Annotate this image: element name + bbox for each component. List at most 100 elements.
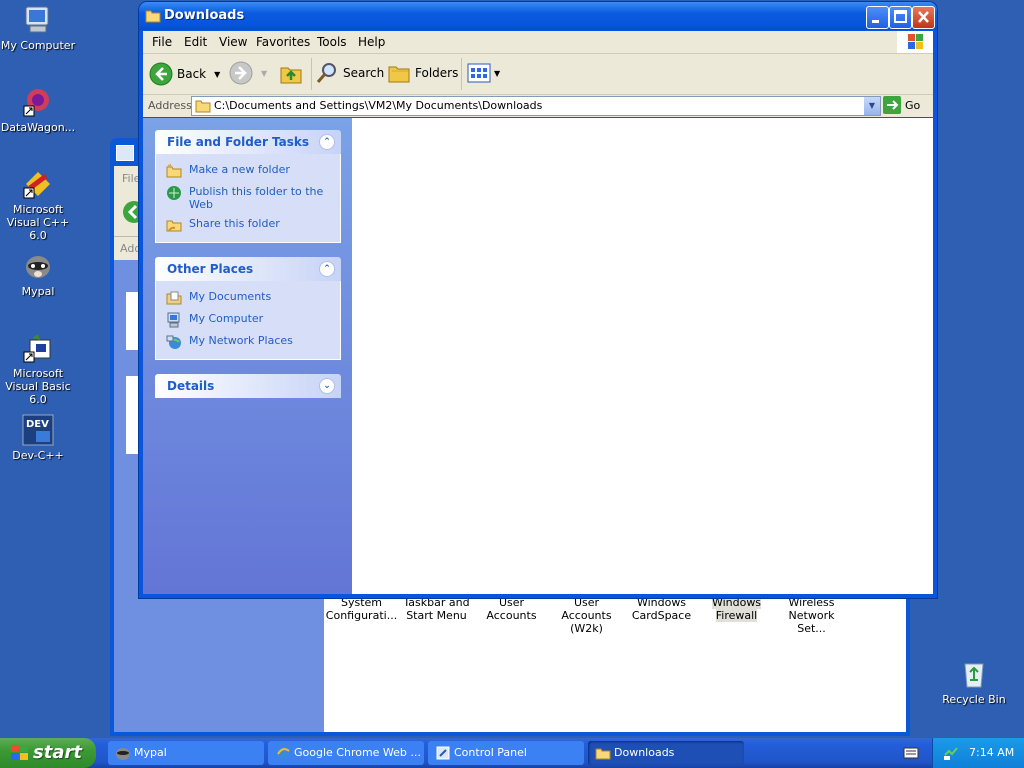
- control-panel-title-icon: [116, 145, 134, 161]
- taskbar-item-mypal[interactable]: Mypal: [108, 741, 264, 765]
- desktop-icon-label: Microsoft Visual C++ 6.0: [6, 203, 70, 242]
- folder-up-icon[interactable]: [279, 62, 303, 86]
- details-panel: Details ⌄: [155, 374, 341, 398]
- start-button[interactable]: start: [0, 738, 96, 768]
- task-publish-folder[interactable]: Publish this folder to the Web: [156, 182, 340, 214]
- go-label: Go: [905, 98, 921, 112]
- control-panel-menu-file[interactable]: File: [122, 172, 140, 185]
- task-share-folder[interactable]: Share this folder: [156, 214, 340, 236]
- menu-tools[interactable]: Tools: [317, 35, 347, 49]
- other-places-header[interactable]: Other Places ⌃: [155, 257, 341, 281]
- search-button[interactable]: Search: [315, 61, 384, 85]
- menu-favorites[interactable]: Favorites: [256, 35, 310, 49]
- folders-button[interactable]: Folders: [387, 61, 458, 85]
- forward-button[interactable]: ▼: [229, 61, 267, 85]
- recycle-bin-icon: [964, 663, 984, 688]
- folder-icon: [195, 100, 211, 113]
- desktop-icon-label: Dev-C++: [12, 449, 64, 462]
- new-folder-icon: [166, 163, 182, 178]
- my-computer-icon: [25, 6, 49, 33]
- desktop-icon-my-computer[interactable]: My Computer: [0, 4, 76, 52]
- maximize-button[interactable]: [889, 6, 912, 29]
- desktop-icon-datawagon[interactable]: DataWagon...: [0, 86, 76, 134]
- control-panel-items: System Configurati... Taskbar and Start Me…: [324, 596, 849, 635]
- desktop-icon-mypal[interactable]: Mypal: [0, 250, 76, 298]
- address-bar: Address C:\Documents and Settings\VM2\My…: [143, 95, 933, 117]
- menu-help[interactable]: Help: [358, 35, 385, 49]
- panel-title: File and Folder Tasks: [167, 135, 310, 149]
- menu-edit[interactable]: Edit: [184, 35, 207, 49]
- expand-chevron-icon[interactable]: ⌄: [319, 378, 335, 394]
- taskbar-item-downloads[interactable]: Downloads: [588, 741, 744, 765]
- mypal-icon: [116, 748, 130, 760]
- share-folder-icon: [166, 220, 182, 232]
- network-tray-icon[interactable]: [943, 745, 959, 761]
- downloads-window[interactable]: Downloads File Edit View Favorites Tools…: [139, 2, 937, 598]
- toolbar-separator: [461, 58, 462, 90]
- address-field[interactable]: C:\Documents and Settings\VM2\My Documen…: [191, 96, 881, 116]
- place-my-documents[interactable]: My Documents: [156, 287, 340, 309]
- my-computer-icon: [167, 312, 180, 328]
- views-icon: [467, 63, 491, 83]
- taskbar-item-chrome[interactable]: Google Chrome Web ...: [268, 741, 424, 765]
- close-icon: [918, 11, 929, 23]
- desktop-icon-label: Microsoft Visual Basic 6.0: [5, 367, 71, 406]
- control-panel-icon: [436, 746, 450, 760]
- folders-label: Folders: [415, 66, 459, 80]
- close-button[interactable]: [912, 6, 935, 29]
- cp-item-windows-firewall[interactable]: Windows Firewall: [699, 596, 774, 635]
- menu-file[interactable]: File: [152, 35, 172, 49]
- forward-dropdown-icon[interactable]: ▼: [261, 69, 267, 78]
- back-dropdown-icon[interactable]: ▼: [214, 70, 220, 79]
- address-dropdown-button[interactable]: ▼: [864, 97, 880, 115]
- cp-item-user-accounts-w2k[interactable]: User Accounts (W2k): [549, 596, 624, 635]
- search-icon: [316, 63, 336, 83]
- minimize-button[interactable]: [866, 6, 889, 29]
- folders-icon: [388, 66, 410, 83]
- visual-cpp-icon: [23, 172, 50, 199]
- place-my-network-places[interactable]: My Network Places: [156, 331, 340, 353]
- system-tray: 7:14 AM: [932, 738, 1024, 768]
- title-bar[interactable]: Downloads: [139, 2, 937, 30]
- desktop-icon-recycle-bin[interactable]: Recycle Bin: [936, 658, 1012, 706]
- desktop-icon-label: My Computer: [0, 39, 76, 52]
- folder-icon: [145, 10, 161, 23]
- taskbar-item-control-panel[interactable]: Control Panel: [428, 741, 584, 765]
- start-label: start: [33, 742, 82, 763]
- details-header[interactable]: Details ⌄: [155, 374, 341, 398]
- cp-item-system-configuration[interactable]: System Configurati...: [324, 596, 399, 635]
- cp-item-windows-cardspace[interactable]: Windows CardSpace: [624, 596, 699, 635]
- back-icon: [149, 62, 173, 86]
- place-my-computer[interactable]: My Computer: [156, 309, 340, 331]
- desktop-icon-label: DataWagon...: [0, 121, 76, 134]
- desktop-icon-visual-basic[interactable]: Microsoft Visual Basic 6.0: [0, 332, 76, 406]
- keyboard-icon[interactable]: [903, 746, 919, 760]
- views-button[interactable]: ▼: [467, 63, 500, 83]
- cp-item-taskbar-start-menu[interactable]: Taskbar and Start Menu: [399, 596, 474, 635]
- go-button[interactable]: Go: [883, 96, 920, 114]
- desktop-icon-visual-cpp[interactable]: Microsoft Visual C++ 6.0: [0, 168, 76, 242]
- cp-item-wireless-network-setup[interactable]: Wireless Network Set...: [774, 596, 849, 635]
- desktop-icon-label: Recycle Bin: [942, 693, 1006, 706]
- forward-icon: [229, 61, 253, 85]
- menu-view[interactable]: View: [219, 35, 247, 49]
- folder-icon: [595, 748, 611, 760]
- control-panel-panel: [126, 376, 140, 454]
- dev-cpp-icon: DEV: [22, 414, 54, 446]
- search-label: Search: [343, 66, 385, 80]
- cp-item-user-accounts[interactable]: User Accounts: [474, 596, 549, 635]
- file-folder-tasks-header[interactable]: File and Folder Tasks ⌃: [155, 130, 341, 154]
- go-arrow-icon: [883, 96, 901, 114]
- chevron-down-icon: ▼: [868, 101, 876, 110]
- collapse-chevron-icon[interactable]: ⌃: [319, 261, 335, 277]
- collapse-chevron-icon[interactable]: ⌃: [319, 134, 335, 150]
- toolbar-separator: [311, 58, 312, 90]
- views-dropdown-icon[interactable]: ▼: [494, 69, 500, 78]
- folder-content[interactable]: File and Folder Tasks ⌃ Make a new folde…: [143, 118, 933, 594]
- task-pane: File and Folder Tasks ⌃ Make a new folde…: [143, 118, 352, 594]
- back-button[interactable]: Back ▼: [149, 61, 220, 87]
- task-make-new-folder[interactable]: Make a new folder: [156, 160, 340, 182]
- desktop-icon-dev-cpp[interactable]: DEV Dev-C++: [0, 414, 76, 462]
- address-value: C:\Documents and Settings\VM2\My Documen…: [214, 99, 543, 112]
- clock[interactable]: 7:14 AM: [969, 746, 1014, 759]
